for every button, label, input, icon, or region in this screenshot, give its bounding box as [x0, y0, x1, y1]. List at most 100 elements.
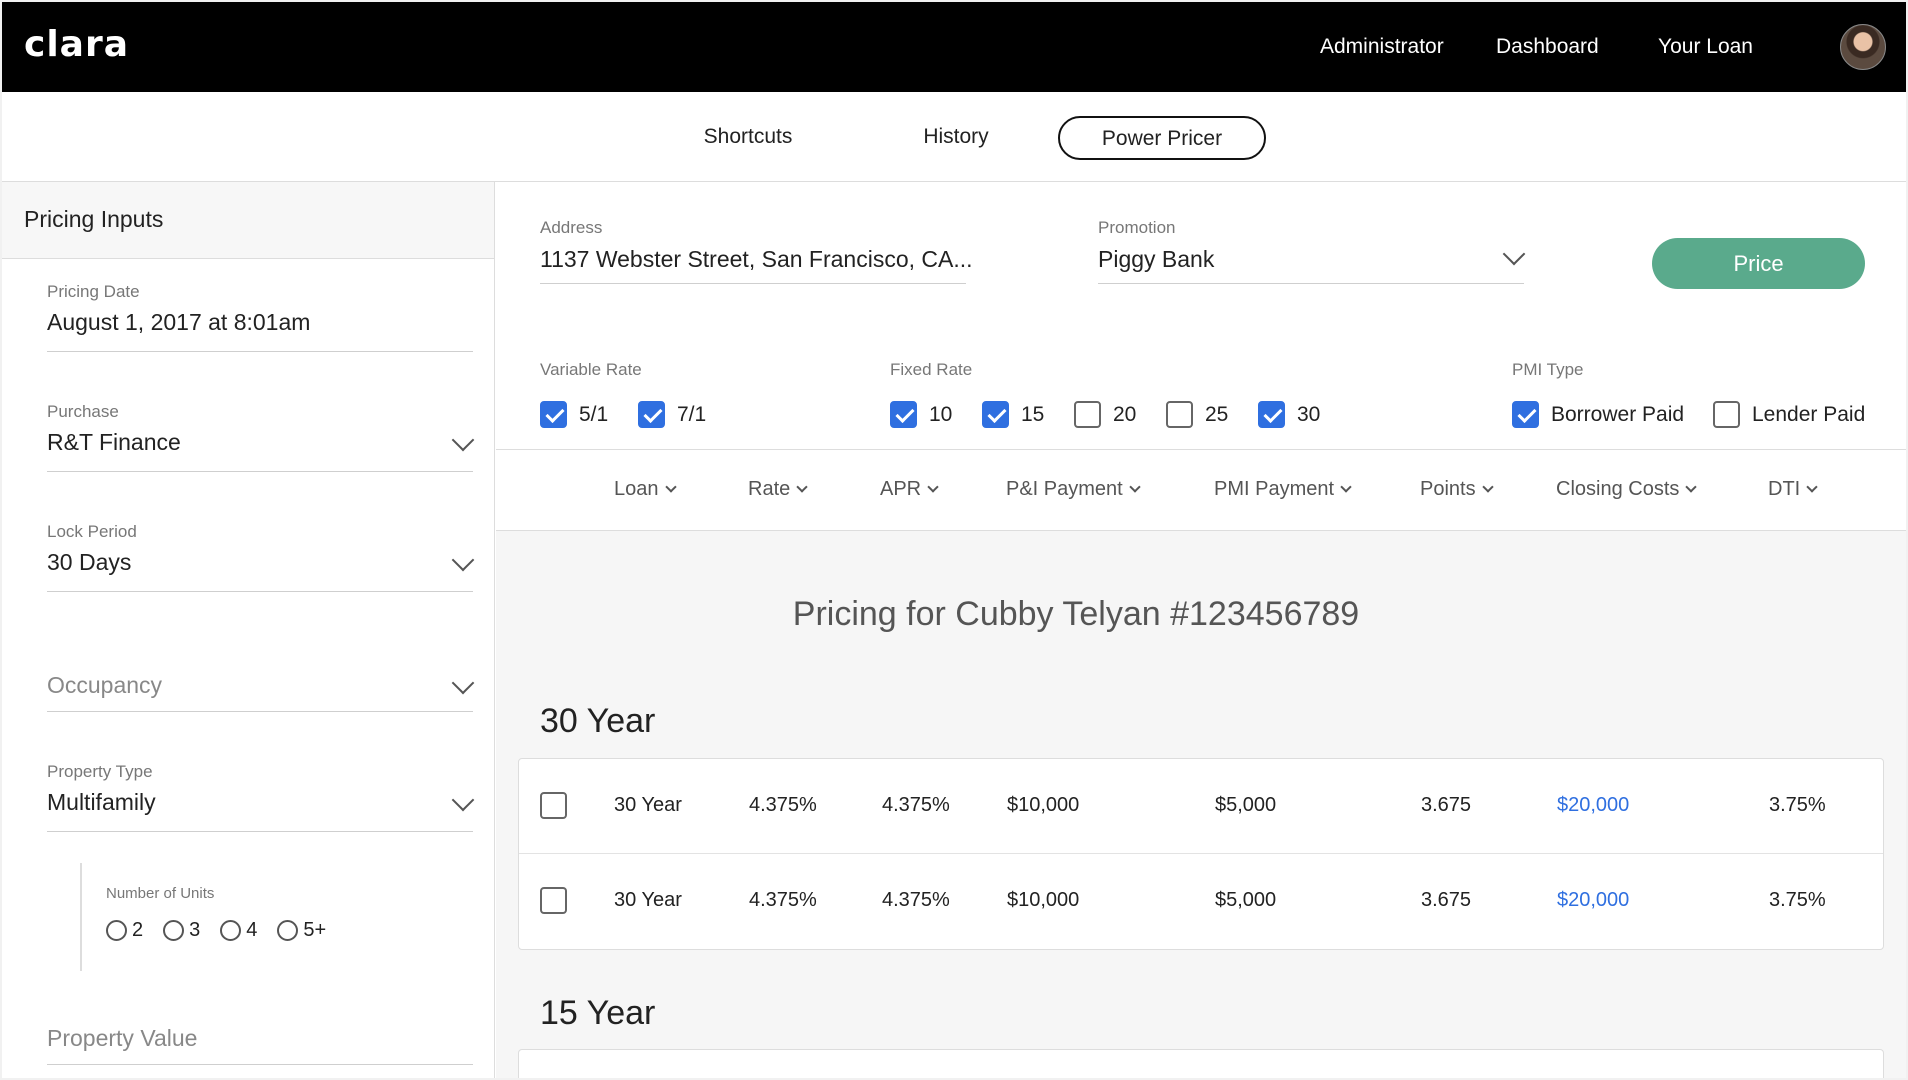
- column-label: Points: [1420, 478, 1476, 500]
- address-field[interactable]: Address 1137 Webster Street, San Francis…: [540, 182, 973, 284]
- cell-points: 3.675: [1421, 889, 1472, 911]
- sort-closing-costs[interactable]: Closing Costs: [1556, 478, 1698, 501]
- cell-pi-payment: $10,000: [1007, 889, 1080, 911]
- property-value-field[interactable]: Property Value: [47, 1025, 473, 1065]
- pricing-inputs-sidebar: Pricing Inputs Pricing Date August 1, 20…: [2, 182, 495, 1078]
- chevron-down-icon: [451, 671, 475, 695]
- sort-dti[interactable]: DTI: [1768, 478, 1818, 501]
- tab-shortcuts[interactable]: Shortcuts: [678, 116, 818, 160]
- sort-apr[interactable]: APR: [880, 478, 939, 501]
- purchase-value: R&T Finance: [47, 429, 181, 455]
- user-avatar[interactable]: [1840, 24, 1886, 70]
- checkbox-25[interactable]: 25: [1166, 401, 1228, 428]
- property-type-value: Multifamily: [47, 789, 156, 815]
- column-label: APR: [880, 478, 922, 500]
- units-radio-4[interactable]: 4: [220, 919, 257, 942]
- cell-apr: 4.375%: [882, 794, 950, 816]
- units-option-label: 2: [132, 919, 144, 941]
- promotion-label: Promotion: [1098, 218, 1176, 237]
- radio-circle-icon: [277, 920, 299, 941]
- checkbox-label: 30: [1297, 402, 1321, 426]
- fixed-rate-label: Fixed Rate: [890, 360, 973, 379]
- nav-your-loan[interactable]: Your Loan: [1658, 35, 1753, 59]
- table-row[interactable]: 30 Year 4.375% 4.375% $10,000 $5,000 3.6…: [519, 854, 1883, 949]
- row-checkbox-icon[interactable]: [540, 887, 567, 914]
- checkbox-borrower-paid[interactable]: Borrower Paid: [1512, 401, 1684, 428]
- pricing-date-label: Pricing Date: [47, 282, 140, 301]
- checkbox-30[interactable]: 30: [1258, 401, 1320, 428]
- filters-panel: Address 1137 Webster Street, San Francis…: [496, 182, 1906, 449]
- cell-apr: 4.375%: [882, 889, 950, 911]
- occupancy-select[interactable]: Occupancy: [47, 671, 475, 712]
- checkbox-checked-icon: [540, 401, 567, 428]
- lock-period-select[interactable]: Lock Period 30 Days: [47, 522, 475, 592]
- checkbox-15[interactable]: 15: [982, 401, 1044, 428]
- pricing-date-value: August 1, 2017 at 8:01am: [47, 309, 311, 335]
- pmi-type-label: PMI Type: [1512, 360, 1584, 379]
- checkbox-10[interactable]: 10: [890, 401, 952, 428]
- checkbox-empty-icon: [1074, 401, 1101, 428]
- sort-rate[interactable]: Rate: [748, 478, 808, 501]
- checkbox-checked-icon: [638, 401, 665, 428]
- app-window: clara Administrator Dashboard Your Loan …: [2, 2, 1906, 1078]
- units-option-label: 5+: [303, 919, 327, 941]
- column-label: Closing Costs: [1556, 478, 1680, 500]
- top-nav-bar: clara Administrator Dashboard Your Loan: [2, 2, 1906, 92]
- checkbox-5-1[interactable]: 5/1: [540, 401, 608, 428]
- units-radio-3[interactable]: 3: [163, 919, 200, 942]
- results-table-30-year: 30 Year 4.375% 4.375% $10,000 $5,000 3.6…: [518, 758, 1884, 950]
- table-row[interactable]: 30 Year 4.375% 4.375% $10,000 $5,000 3.6…: [519, 759, 1883, 854]
- cell-rate: 4.375%: [749, 794, 817, 816]
- cell-pmi-payment: $5,000: [1215, 889, 1277, 911]
- results-column-header: Loan Rate APR P&I Payment PMI Payment Po…: [496, 449, 1906, 531]
- radio-circle-icon: [163, 920, 185, 941]
- sort-loan[interactable]: Loan: [614, 478, 677, 501]
- section-title-15-year: 15 Year: [540, 994, 656, 1032]
- units-label: Number of Units: [106, 885, 215, 902]
- checkbox-20[interactable]: 20: [1074, 401, 1136, 428]
- chevron-down-icon: [796, 481, 808, 493]
- nav-administrator[interactable]: Administrator: [1320, 35, 1444, 59]
- property-type-label: Property Type: [47, 762, 153, 781]
- address-value: 1137 Webster Street, San Francisco, CA..…: [540, 246, 973, 272]
- property-value-placeholder: Property Value: [47, 1025, 198, 1051]
- variable-rate-label: Variable Rate: [540, 360, 642, 379]
- chevron-down-icon: [1685, 481, 1698, 493]
- units-option-label: 4: [246, 919, 258, 941]
- price-button[interactable]: Price: [1652, 238, 1865, 289]
- purchase-select[interactable]: Purchase R&T Finance: [47, 402, 475, 472]
- sort-points[interactable]: Points: [1420, 478, 1494, 501]
- sort-pi-payment[interactable]: P&I Payment: [1006, 478, 1141, 501]
- chevron-down-icon: [1129, 481, 1141, 493]
- units-radio-5plus[interactable]: 5+: [277, 919, 326, 942]
- row-checkbox-icon[interactable]: [540, 792, 567, 819]
- checkbox-label: 10: [929, 402, 953, 426]
- clara-logo[interactable]: clara: [24, 24, 129, 65]
- chevron-down-icon: [927, 481, 939, 493]
- results-table-15-year: [518, 1049, 1884, 1078]
- cell-closing-costs-link[interactable]: $20,000: [1557, 889, 1629, 912]
- sort-pmi-payment[interactable]: PMI Payment: [1214, 478, 1352, 501]
- cell-closing-costs-link[interactable]: $20,000: [1557, 794, 1629, 817]
- checkbox-lender-paid[interactable]: Lender Paid: [1713, 401, 1865, 428]
- tab-history[interactable]: History: [886, 116, 1026, 160]
- property-type-select[interactable]: Property Type Multifamily: [47, 762, 475, 832]
- nav-dashboard[interactable]: Dashboard: [1496, 35, 1599, 59]
- cell-loan: 30 Year: [614, 889, 682, 911]
- checkbox-label: 15: [1021, 402, 1045, 426]
- promotion-select[interactable]: Promotion Piggy Bank: [1098, 182, 1526, 284]
- cell-pmi-payment: $5,000: [1215, 794, 1277, 816]
- sidebar-title: Pricing Inputs: [2, 182, 494, 259]
- units-radio-2[interactable]: 2: [106, 919, 143, 942]
- units-radio-row: 2 3 4 5+: [106, 919, 326, 942]
- checkbox-checked-icon: [982, 401, 1009, 428]
- cell-points: 3.675: [1421, 794, 1472, 816]
- sub-nav: Shortcuts History Power Pricer: [2, 92, 1906, 182]
- cell-dti: 3.75%: [1769, 794, 1826, 816]
- checkbox-empty-icon: [1713, 401, 1740, 428]
- tab-power-pricer[interactable]: Power Pricer: [1058, 116, 1266, 160]
- pricing-date-field[interactable]: Pricing Date August 1, 2017 at 8:01am: [47, 282, 473, 352]
- pricer-main: Address 1137 Webster Street, San Francis…: [496, 182, 1906, 1078]
- checkbox-7-1[interactable]: 7/1: [638, 401, 706, 428]
- cell-rate: 4.375%: [749, 889, 817, 911]
